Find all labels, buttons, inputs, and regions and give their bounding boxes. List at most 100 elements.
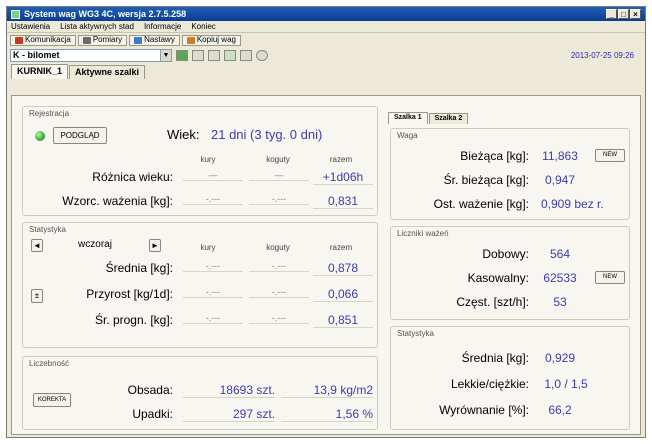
col-header-kury: kury	[200, 155, 216, 164]
forecast-razem: 0,851	[313, 313, 373, 328]
close-button[interactable]: ×	[630, 9, 641, 19]
scale-avg-value: 0,929	[544, 351, 576, 365]
house-selector[interactable]: K - bilomet ▼	[10, 48, 172, 62]
reset-counter-button[interactable]: NEW	[595, 271, 625, 284]
growth-label: Przyrost [kg/1d]:	[86, 287, 173, 301]
registration-label: Rejestracja	[29, 109, 70, 118]
komunikacja-button[interactable]: Komunikacja	[10, 34, 76, 46]
stat-header-kury: kury	[200, 243, 216, 252]
col-header-razem: razem	[329, 155, 353, 164]
menu-ustawienia[interactable]: Ustawienia	[11, 22, 50, 31]
losses-count: 297 szt.	[183, 407, 275, 422]
menu-bar: Ustawienia Lista aktywnych stad Informac…	[7, 21, 645, 33]
app-icon	[11, 9, 20, 19]
dropdown-arrow-icon[interactable]: ▼	[160, 49, 171, 61]
scale-statistics-label: Statystyka	[397, 329, 434, 338]
settings-icon	[134, 36, 143, 44]
avg-label: Średnia [kg]:	[105, 261, 173, 275]
clock-icon[interactable]	[256, 49, 268, 61]
refresh-icon[interactable]	[176, 49, 188, 61]
window-title: System wag WG3 4C, wersja 2.7.5.258	[24, 9, 187, 19]
avg-current-value: 0,947	[544, 173, 576, 187]
count-label: Liczebność	[29, 359, 70, 368]
ref-weight-kury: -.---	[183, 194, 243, 205]
tab-kurnik[interactable]: KURNIK_1	[11, 64, 69, 79]
frequency-label: Częst. [szt/h]:	[456, 295, 529, 309]
korekta-button[interactable]: KOREKTA	[33, 393, 71, 407]
podglad-button[interactable]: PODGLĄD	[53, 127, 107, 144]
selector-bar: K - bilomet ▼ 2013-07-25 09:26	[7, 47, 645, 63]
light-heavy-value: 1,0 / 1,5	[544, 377, 588, 391]
print-icon[interactable]	[240, 49, 252, 61]
avg-current-label: Śr. bieżąca [kg]:	[443, 173, 529, 187]
app-window: System wag WG3 4C, wersja 2.7.5.258 _ □ …	[6, 6, 646, 438]
datetime-display: 2013-07-25 09:26	[570, 50, 634, 60]
house-selector-value: K - bilomet	[13, 50, 60, 60]
menu-lista-stad[interactable]: Lista aktywnych stad	[60, 22, 134, 31]
toolbar: Komunikacja Pomiary Nastawy Kopiuj wag	[7, 33, 645, 47]
resettable-label: Kasowalny:	[467, 271, 529, 285]
age-value: 21 dni (3 tyg. 0 dni)	[211, 127, 323, 142]
stock-label: Obsada:	[127, 383, 173, 397]
list-icon[interactable]	[192, 49, 204, 61]
losses-percent: 1,56 %	[281, 407, 373, 422]
age-diff-koguty: —	[249, 170, 309, 181]
last-weighing-label: Ost. ważenie [kg]:	[433, 197, 529, 211]
nastawy-button[interactable]: Nastawy	[129, 34, 180, 46]
weight-label: Waga	[397, 131, 418, 140]
gear-icon[interactable]	[224, 49, 236, 61]
maximize-button[interactable]: □	[618, 9, 629, 19]
statistics-group: Statystyka ◄ wczoraj ► kury koguty razem…	[22, 222, 378, 348]
calendar-icon[interactable]	[208, 49, 220, 61]
scale-statistics-group: Statystyka Średnia [kg]: 0,929 Lekkie/ci…	[390, 326, 630, 430]
status-led-icon	[35, 131, 45, 141]
age-label: Wiek:	[167, 127, 200, 142]
resettable-value: 62533	[543, 271, 577, 285]
forecast-koguty: -.---	[249, 313, 309, 324]
light-heavy-label: Lekkie/ciężkie:	[450, 377, 529, 391]
frequency-value: 53	[553, 295, 567, 309]
age-diff-label: Różnica wieku:	[92, 170, 173, 184]
forecast-label: Śr. progn. [kg]:	[94, 313, 173, 327]
title-bar: System wag WG3 4C, wersja 2.7.5.258 _ □ …	[7, 7, 645, 21]
tab-szalka-1[interactable]: Szalka 1	[388, 112, 428, 124]
current-weight-value: 11,863	[542, 149, 578, 163]
tab-szalka-2[interactable]: Szalka 2	[428, 113, 469, 124]
top-tabs: KURNIK_1 Aktywne szalki	[7, 63, 645, 79]
stat-header-razem: razem	[329, 243, 353, 252]
menu-koniec[interactable]: Koniec	[191, 22, 215, 31]
ref-weight-label: Wzorc. ważenia [kg]:	[62, 194, 173, 208]
minimize-button[interactable]: _	[606, 9, 617, 19]
daily-value: 564	[549, 247, 571, 261]
daily-label: Dobowy:	[482, 247, 529, 261]
stock-density: 13,9 kg/m2	[281, 383, 373, 398]
counters-group: Liczniki ważeń Dobowy: 564 Kasowalny: 62…	[390, 226, 630, 320]
col-header-koguty: koguty	[266, 155, 290, 164]
weight-group: Waga Bieżąca [kg]: 11,863 NEW Śr. bieżąc…	[390, 128, 630, 220]
ref-weight-razem: 0,831	[313, 194, 373, 209]
uniformity-value: 66,2	[548, 403, 572, 417]
growth-spinner[interactable]: ±	[31, 289, 43, 303]
kopiuj-wag-button[interactable]: Kopiuj wag	[181, 34, 241, 46]
growth-kury: -.---	[183, 287, 243, 298]
avg-koguty: -.---	[249, 261, 309, 272]
left-panel: Rejestracja PODGLĄD Wiek: 21 dni (3 tyg.…	[22, 106, 378, 432]
current-weight-button[interactable]: NEW	[595, 149, 625, 162]
counters-label: Liczniki ważeń	[397, 229, 449, 238]
tab-aktywne-szalki[interactable]: Aktywne szalki	[69, 65, 146, 79]
pomiary-button[interactable]: Pomiary	[77, 34, 128, 46]
scale-tabs: Szalka 1 Szalka 2	[388, 108, 469, 124]
age-diff-kury: —	[183, 170, 243, 181]
communication-icon	[15, 36, 23, 44]
count-group: Liczebność KOREKTA Obsada: 18693 szt. 13…	[22, 356, 378, 430]
menu-informacje[interactable]: Informacje	[144, 22, 181, 31]
prev-day-button[interactable]: ◄	[31, 239, 43, 252]
next-day-button[interactable]: ►	[149, 239, 161, 252]
stat-header-koguty: koguty	[266, 243, 290, 252]
last-weighing-value: 0,909 bez r.	[541, 197, 604, 211]
avg-kury: -.---	[183, 261, 243, 272]
stock-count: 18693 szt.	[183, 383, 275, 398]
age-diff-razem: +1d06h	[313, 170, 373, 185]
ref-weight-koguty: -.---	[249, 194, 309, 205]
growth-koguty: -.---	[249, 287, 309, 298]
